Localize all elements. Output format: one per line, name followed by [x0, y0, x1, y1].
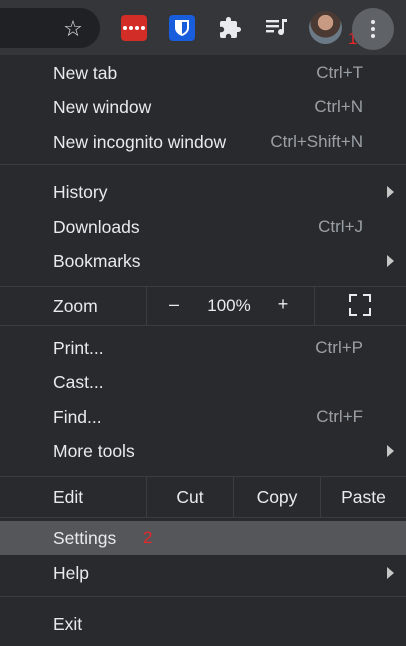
- menu-item-new-tab[interactable]: New tab Ctrl+T: [0, 56, 406, 90]
- zoom-row: Zoom – 100% +: [0, 287, 406, 325]
- menu-divider: [0, 596, 406, 597]
- menu-item-more-tools[interactable]: More tools: [0, 434, 406, 468]
- zoom-in-button[interactable]: +: [273, 294, 293, 315]
- menu-item-help[interactable]: Help: [0, 556, 406, 590]
- menu-item-label: History: [53, 181, 108, 202]
- browser-toolbar: ☆ 1: [0, 0, 406, 55]
- submenu-arrow-icon: [387, 567, 394, 579]
- shortcut-label: Ctrl+P: [315, 338, 363, 357]
- annotation-2: 2: [143, 528, 153, 547]
- zoom-level: 100%: [207, 296, 251, 315]
- menu-item-cast[interactable]: Cast...: [0, 365, 406, 399]
- menu-item-label: Print...: [53, 337, 104, 358]
- puzzle-icon[interactable]: [216, 14, 244, 42]
- menu-item-label: Settings: [53, 527, 117, 548]
- menu-divider: [0, 517, 406, 518]
- menu-item-new-window[interactable]: New window Ctrl+N: [0, 90, 406, 124]
- menu-divider: [0, 325, 406, 326]
- menu-item-label: Cast...: [53, 371, 104, 392]
- menu-item-label: Find...: [53, 406, 102, 427]
- shortcut-label: Ctrl+F: [316, 407, 363, 426]
- submenu-arrow-icon: [387, 255, 394, 267]
- shortcut-label: Ctrl+J: [318, 217, 363, 236]
- shortcut-label: Ctrl+T: [316, 63, 363, 82]
- star-icon[interactable]: ☆: [58, 14, 88, 44]
- avatar[interactable]: [309, 11, 342, 44]
- submenu-arrow-icon: [387, 186, 394, 198]
- lastpass-icon[interactable]: [121, 15, 147, 41]
- paste-button[interactable]: Paste: [321, 487, 406, 508]
- fullscreen-icon[interactable]: [349, 294, 371, 316]
- menu-item-downloads[interactable]: Downloads Ctrl+J: [0, 210, 406, 244]
- star-glyph: ☆: [63, 16, 83, 41]
- menu-item-print[interactable]: Print... Ctrl+P: [0, 331, 406, 365]
- menu-item-label: Bookmarks: [53, 250, 141, 271]
- shortcut-label: Ctrl+N: [314, 97, 363, 116]
- media-queue-icon[interactable]: [263, 14, 291, 42]
- menu-item-label: Exit: [53, 613, 83, 634]
- bitwarden-icon[interactable]: [169, 15, 195, 41]
- kebab-icon[interactable]: [352, 8, 394, 50]
- menu-item-label: Help: [53, 562, 89, 583]
- menu-item-label: More tools: [53, 440, 135, 461]
- copy-button[interactable]: Copy: [234, 487, 320, 508]
- chrome-menu: New tab Ctrl+T New window Ctrl+N New inc…: [0, 55, 406, 646]
- menu-item-new-incognito-window[interactable]: New incognito window Ctrl+Shift+N: [0, 125, 406, 159]
- menu-item-label: Downloads: [53, 216, 140, 237]
- submenu-arrow-icon: [387, 445, 394, 457]
- menu-divider: [0, 164, 406, 165]
- menu-item-label: New window: [53, 96, 152, 117]
- menu-item-find[interactable]: Find... Ctrl+F: [0, 400, 406, 434]
- shortcut-label: Ctrl+Shift+N: [270, 132, 363, 151]
- menu-item-label: New tab: [53, 62, 118, 83]
- edit-label: Edit: [53, 487, 84, 507]
- menu-item-bookmarks[interactable]: Bookmarks: [0, 244, 406, 278]
- zoom-label: Zoom: [53, 296, 98, 316]
- zoom-out-button[interactable]: –: [164, 294, 184, 315]
- menu-item-settings[interactable]: Settings 2: [0, 521, 406, 555]
- menu-item-label: New incognito window: [53, 131, 227, 152]
- edit-row: Edit Cut Copy Paste: [0, 477, 406, 517]
- menu-item-exit[interactable]: Exit: [0, 607, 406, 641]
- menu-item-history[interactable]: History: [0, 175, 406, 209]
- cut-button[interactable]: Cut: [147, 487, 233, 508]
